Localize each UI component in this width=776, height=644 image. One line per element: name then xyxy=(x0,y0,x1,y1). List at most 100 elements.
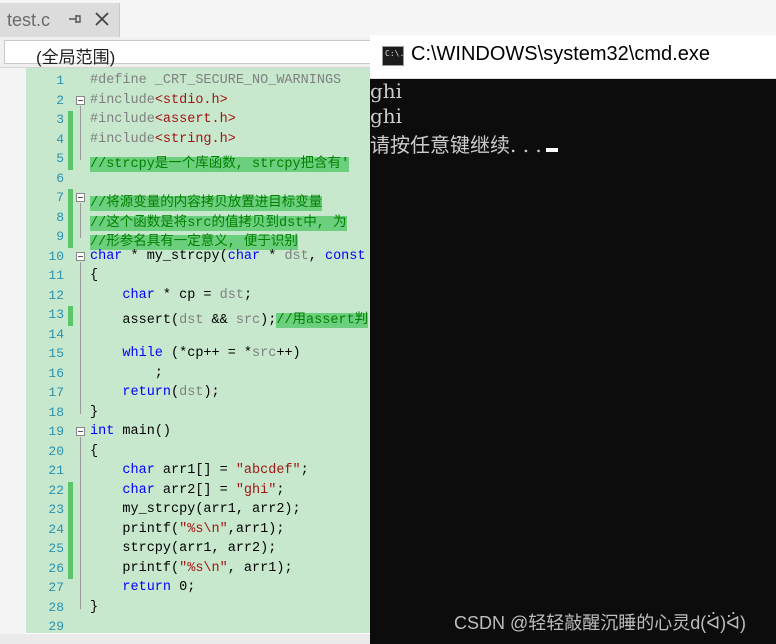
code-token: return xyxy=(122,385,172,400)
change-marker xyxy=(68,130,73,150)
code-text: #include<assert.h> xyxy=(90,112,236,127)
code-token: ; xyxy=(243,287,253,303)
line-number: 20 xyxy=(48,443,64,459)
code-text: strcpy(arr1, arr2); xyxy=(90,541,276,556)
code-token: printf( xyxy=(90,560,180,576)
console-window[interactable]: C:\. C:\WINDOWS\system32\cmd.exe ghi ghi… xyxy=(370,35,776,644)
code-text: my_strcpy(arr1, arr2); xyxy=(90,502,301,517)
code-token: const xyxy=(324,248,366,264)
code-token: ; xyxy=(276,482,285,498)
code-token: #define _CRT_SECURE_NO_WARNINGS xyxy=(90,73,342,88)
code-token: 0; xyxy=(171,580,196,595)
code-token: "%s\n" xyxy=(179,560,228,576)
change-marker xyxy=(68,579,73,599)
console-titlebar[interactable]: C:\. C:\WINDOWS\system32\cmd.exe xyxy=(370,35,776,79)
change-marker xyxy=(68,170,73,190)
line-number: 9 xyxy=(56,229,64,244)
code-text: return(dst); xyxy=(90,385,220,400)
console-line: ghi xyxy=(370,104,403,128)
fold-toggle-icon[interactable] xyxy=(76,95,85,105)
code-token: dst xyxy=(179,385,204,400)
code-token: ++) xyxy=(276,346,301,361)
line-number: 14 xyxy=(48,326,64,342)
code-token: while xyxy=(122,346,163,361)
code-token: return xyxy=(122,580,172,595)
line-number: 18 xyxy=(48,404,64,420)
code-token: char xyxy=(122,482,155,498)
code-token: strcpy(arr1, arr2); xyxy=(90,541,277,556)
change-marker xyxy=(68,306,73,326)
line-number: 22 xyxy=(48,482,64,498)
code-token: } xyxy=(90,404,99,420)
code-token: } xyxy=(90,599,99,615)
close-icon[interactable] xyxy=(94,11,110,27)
code-token: my_strcpy(arr1, arr2); xyxy=(90,502,301,517)
change-marker xyxy=(68,111,73,131)
code-text: #define _CRT_SECURE_NO_WARNINGS xyxy=(90,73,341,88)
fold-guide xyxy=(80,437,81,609)
code-token: (*cp++ = * xyxy=(162,346,253,361)
line-number: 1 xyxy=(56,73,64,88)
code-token: , arr1); xyxy=(227,560,293,576)
line-number: 8 xyxy=(56,209,64,225)
change-marker xyxy=(68,599,73,619)
fold-guide xyxy=(80,105,81,160)
code-token: dst xyxy=(284,248,309,264)
line-number: 24 xyxy=(48,521,64,537)
line-number: 25 xyxy=(48,541,64,556)
code-token: char xyxy=(90,248,123,264)
code-text: char * my_strcpy(char * dst, const xyxy=(90,249,365,264)
change-marker xyxy=(68,150,73,170)
code-token: arr1[] = xyxy=(154,463,236,478)
code-text: } xyxy=(90,405,98,420)
tab-title: test.c xyxy=(7,10,51,30)
fold-toggle-icon[interactable] xyxy=(76,251,85,261)
line-number: 4 xyxy=(56,131,64,147)
code-text: char arr1[] = "abcdef"; xyxy=(90,463,309,478)
change-marker xyxy=(68,559,73,579)
line-number: 13 xyxy=(48,307,64,322)
code-text: return 0; xyxy=(90,580,195,595)
code-token: ; xyxy=(90,365,163,381)
line-number: 16 xyxy=(48,365,64,381)
code-token: "%s\n" xyxy=(179,521,228,537)
scope-dropdown[interactable]: (全局范围) xyxy=(4,40,424,67)
change-marker xyxy=(68,72,73,92)
code-text: { xyxy=(90,268,98,283)
line-number: 11 xyxy=(48,268,64,283)
change-marker xyxy=(68,501,73,521)
line-number: 15 xyxy=(48,346,64,361)
line-number: 17 xyxy=(48,385,64,400)
cmd-icon: C:\. xyxy=(382,46,404,66)
code-token: #include xyxy=(90,112,155,127)
code-text: char arr2[] = "ghi"; xyxy=(90,483,284,498)
code-text: { xyxy=(90,444,98,459)
code-token: <string.h> xyxy=(154,131,236,147)
fold-toggle-icon[interactable] xyxy=(76,427,85,436)
code-token: #include xyxy=(90,92,155,108)
code-token: , xyxy=(308,248,325,264)
code-token: #include xyxy=(90,131,155,147)
code-token: ; xyxy=(300,463,309,478)
code-token: dst xyxy=(219,287,244,303)
line-number: 3 xyxy=(56,112,64,127)
code-text: while (*cp++ = *src++) xyxy=(90,346,301,361)
console-title: C:\WINDOWS\system32\cmd.exe xyxy=(411,43,710,65)
console-line: ghi xyxy=(370,79,403,103)
line-number: 29 xyxy=(48,619,64,634)
change-marker xyxy=(68,404,73,424)
code-token: ); xyxy=(203,385,220,400)
code-text: char * cp = dst; xyxy=(90,288,252,303)
editor-tabstrip: test.c xyxy=(0,0,776,37)
fold-toggle-icon[interactable] xyxy=(76,193,85,202)
line-number: 27 xyxy=(48,580,64,595)
line-number: 6 xyxy=(56,170,64,186)
tab-test-c[interactable]: test.c xyxy=(0,3,120,37)
code-token: { xyxy=(90,443,99,459)
code-token: { xyxy=(90,268,99,283)
pin-icon[interactable] xyxy=(67,11,83,27)
change-marker xyxy=(68,481,73,501)
